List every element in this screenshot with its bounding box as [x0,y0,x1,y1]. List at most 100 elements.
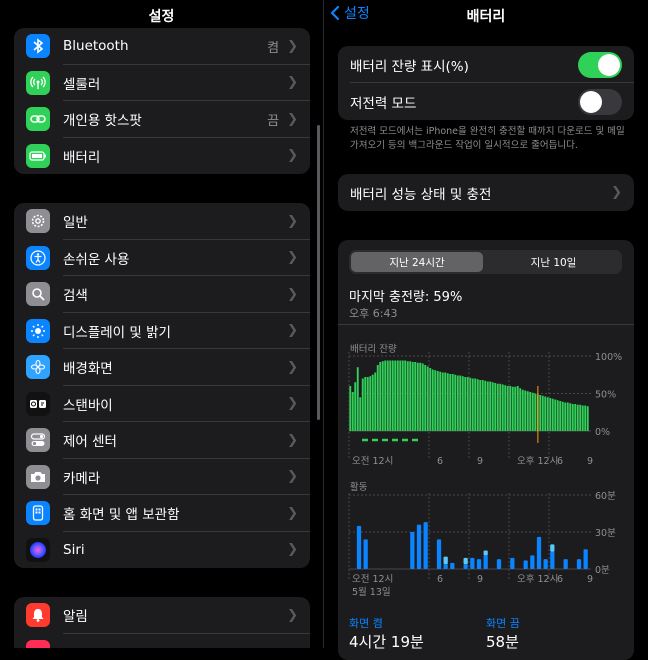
battery-bar [476,379,479,431]
battery-bar [494,383,497,431]
battery-bar [586,406,589,431]
chevron-right-icon: ❯ [611,185,622,200]
battery-bar [581,405,584,431]
activity-bar-screen-on [563,559,568,569]
battery-bar [516,386,519,431]
battery-bar [424,365,427,431]
tab-24-hours[interactable]: 지난 24시간 [351,252,483,272]
sidebar-item-label: 디스플레이 및 밝기 [63,324,171,341]
battery-bar [369,376,372,431]
battery-bar [544,396,547,431]
battery-bar [361,378,364,431]
battery-bar [374,372,377,431]
battery-level-chart: 100%50%0%오전 12시 6 9 오후 12시6 9 [348,352,622,467]
battery-bar [414,362,417,431]
sidebar-item-bluetooth[interactable]: Bluetooth 켬 ❯ [14,28,310,65]
sidebar-item-notifications[interactable]: 알림 ❯ [14,597,310,634]
chevron-right-icon: ❯ [287,213,298,229]
x-tick-label: 9 [587,456,593,467]
phone-icon [26,501,50,526]
battery-bar [451,374,454,431]
battery-bar [406,361,409,431]
sidebar-item-siri[interactable]: Siri ❯ [14,532,310,569]
battery-bar [411,362,414,431]
low-power-toggle[interactable] [578,88,622,115]
battery-bar [509,386,512,431]
x-tick-label: 9 [587,574,593,585]
sidebar-item-hotspot[interactable]: 개인용 핫스팟 끔 ❯ [14,101,310,138]
sidebar-item-wallpaper[interactable]: 배경화면 ❯ [14,349,310,386]
y-tick-label: 100% [595,352,622,363]
chevron-right-icon: ❯ [287,286,298,302]
activity-bar-screen-on [410,532,415,569]
battery-bar [576,404,579,431]
activity-bar-screen-on [470,557,475,569]
time-range-segment: 지난 24시간 지난 10일 [349,250,622,274]
last-charge-time: 오후 6:43 [349,307,398,320]
battery-percent-toggle[interactable] [578,51,622,78]
battery-bar [359,397,362,431]
battery-bar [409,361,412,431]
sidebar-item-home-screen[interactable]: 홈 화면 및 앱 보관함 ❯ [14,495,310,532]
battery-bar [421,363,424,431]
sidebar-item-cellular[interactable]: 셀룰러 ❯ [14,65,310,101]
sidebar-item-search[interactable]: 검색 ❯ [14,276,310,313]
settings-sidebar: 설정 Bluetooth 켬 ❯ 셀룰러 ❯ 개인용 핫스팟 끔 ❯ 배터리 ❯… [0,0,323,648]
sidebar-item-label: 홈 화면 및 앱 보관함 [63,507,180,524]
activity-bar-screen-on [576,559,582,569]
battery-bar [446,373,449,431]
tab-10-days[interactable]: 지난 10일 [487,252,620,272]
activity-bar-screen-on [550,551,555,569]
battery-bar [524,390,527,431]
battery-bar [504,385,507,431]
battery-bar [354,382,357,431]
battery-bar [384,360,387,431]
toggles-icon [26,428,50,453]
battery-bar [484,380,487,431]
battery-bar [549,398,552,431]
battery-bar [431,369,434,431]
battery-health-row[interactable]: 배터리 성능 상태 및 충전 ❯ [338,174,634,211]
x-date-label: 5월 13일 [352,586,391,598]
battery-bar [551,398,554,431]
x-tick-label: 오전 12시 [352,456,393,467]
gear-icon [26,209,50,234]
battery-percent-row: 배터리 잔량 표시(%) [338,46,634,83]
battery-icon [26,143,50,168]
sidebar-item-camera[interactable]: 카메라 ❯ [14,459,310,495]
battery-bar [564,402,567,431]
battery-bar [481,380,484,431]
sidebar-item-control-center[interactable]: 제어 센터 ❯ [14,422,310,459]
battery-bar [459,375,462,431]
sidebar-item-accessibility[interactable]: 손쉬운 사용 ❯ [14,240,310,276]
brightness-icon [26,318,50,343]
battery-bar [364,377,367,431]
sidebar-item-general[interactable]: 일반 ❯ [14,203,310,240]
sidebar-item-next[interactable] [14,634,310,648]
link-icon [26,107,50,132]
y-tick-label: 60분 [595,491,616,502]
sidebar-item-display[interactable]: 디스플레이 및 밝기 ❯ [14,313,310,349]
chevron-right-icon: ❯ [287,469,298,485]
connectivity-group: Bluetooth 켬 ❯ 셀룰러 ❯ 개인용 핫스팟 끔 ❯ 배터리 ❯ [14,28,310,174]
activity-bar-screen-on [356,525,362,569]
battery-percent-label: 배터리 잔량 표시(%) [350,58,469,75]
battery-bar [356,367,359,431]
bluetooth-status: 켬 [267,40,280,56]
chevron-right-icon: ❯ [287,432,298,448]
battery-bar [486,381,489,431]
battery-bar [436,371,439,431]
battery-bar [386,360,389,431]
activity-bar-screen-off [550,544,555,552]
sidebar-item-standby[interactable]: 스탠바이 ❯ [14,386,310,422]
battery-bar [566,402,569,431]
sidebar-scrollbar[interactable] [317,125,320,420]
battery-bar [546,397,549,431]
sidebar-item-battery[interactable]: 배터리 ❯ [14,138,310,175]
battery-bar [466,377,469,431]
battery-bar [434,370,437,431]
low-power-label: 저전력 모드 [350,95,417,112]
battery-options-group: 배터리 잔량 표시(%) 저전력 모드 [338,46,634,120]
battery-bar [506,386,509,431]
sidebar-item-label: 배경화면 [63,361,113,378]
